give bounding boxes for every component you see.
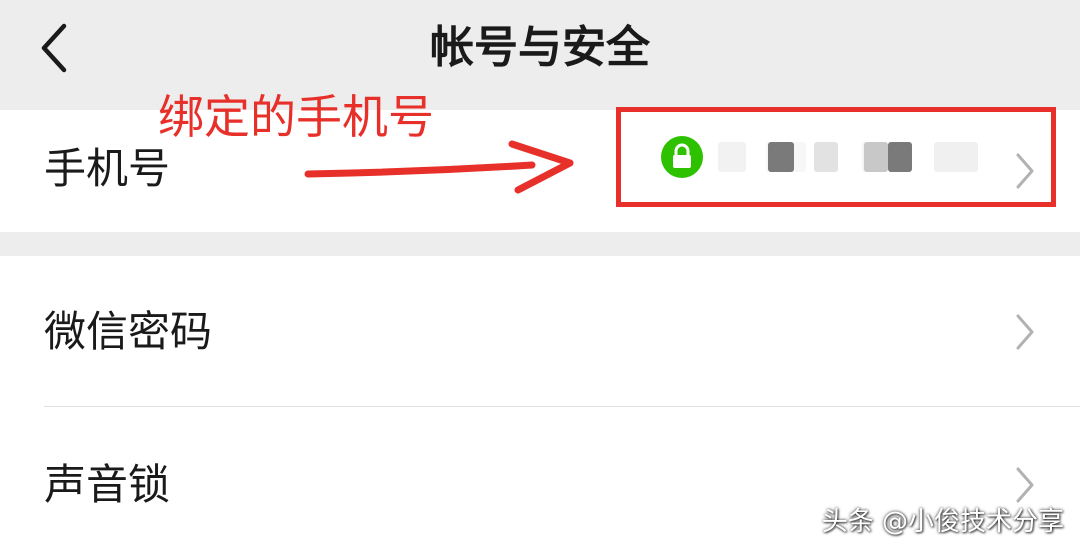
- arrow-right-icon: [304, 140, 574, 194]
- highlight-box: [616, 107, 1056, 207]
- wechat-password-row[interactable]: 微信密码: [0, 256, 1080, 406]
- chevron-right-icon: [1016, 314, 1034, 350]
- section-gap: [0, 232, 1080, 256]
- voice-lock-label: 声音锁: [44, 460, 171, 509]
- phone-label: 手机号: [44, 144, 171, 193]
- wechat-password-label: 微信密码: [44, 307, 213, 356]
- page-title: 帐号与安全: [430, 22, 650, 73]
- watermark: 头条 @小俊技术分享: [821, 507, 1064, 537]
- chevron-right-icon: [1016, 467, 1034, 503]
